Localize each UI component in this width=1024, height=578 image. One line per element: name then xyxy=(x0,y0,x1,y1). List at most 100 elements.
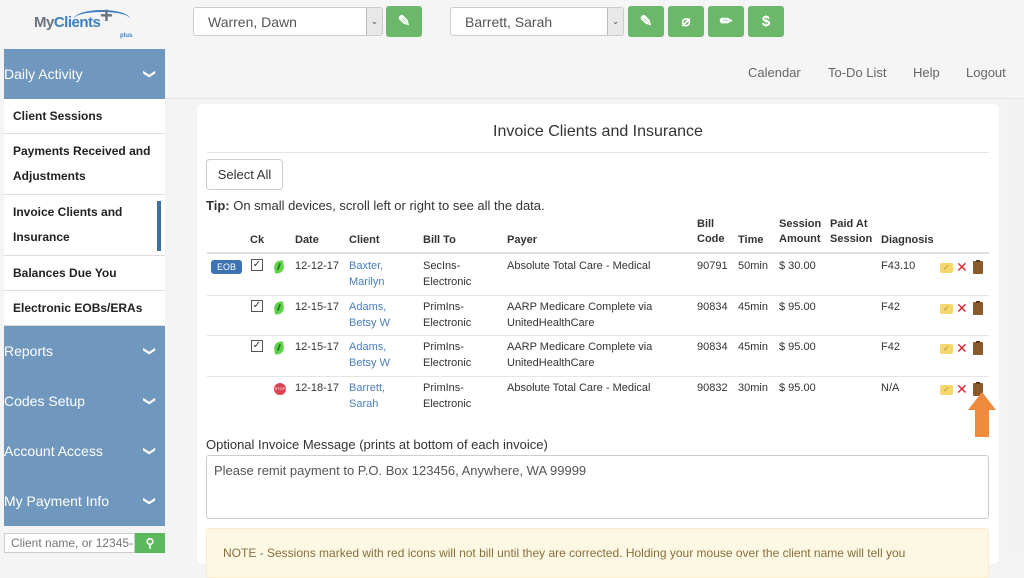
delete-icon[interactable]: ✕ xyxy=(956,301,968,315)
edit-provider-button[interactable]: ✎ xyxy=(386,6,422,37)
ready-leaf-icon xyxy=(273,301,285,315)
row-amount: $ 95.00 xyxy=(779,301,816,313)
row-client-link[interactable]: Barrett, Sarah xyxy=(349,380,385,412)
page-title: Invoice Clients and Insurance xyxy=(493,123,703,140)
bill-to-line: Electronic xyxy=(423,357,472,369)
invoice-message-label: Optional Invoice Message (prints at bott… xyxy=(206,437,548,452)
top-nav: Calendar To-Do List Help Logout xyxy=(166,49,1024,99)
logo-plus-icon: + xyxy=(100,3,113,28)
clipboard-icon[interactable] xyxy=(973,260,983,274)
header-line: Bill xyxy=(697,218,715,230)
delete-icon[interactable]: ✕ xyxy=(956,382,968,396)
provider-select-value: Warren, Dawn xyxy=(208,14,297,30)
clipboard-icon[interactable] xyxy=(973,301,983,315)
client-line: Marilyn xyxy=(349,276,385,288)
header-ck: Ck xyxy=(250,234,265,246)
row-date: 12-18-17 xyxy=(295,382,340,394)
bill-to-line: PrimIns- xyxy=(423,301,464,313)
edit-icon: ✎ xyxy=(639,13,653,30)
search-button[interactable]: ⚲ xyxy=(135,533,165,553)
header-time: Time xyxy=(738,234,764,246)
logo-text: MyClients xyxy=(34,14,101,31)
row-divider xyxy=(207,335,989,336)
sidebar-section-daily-activity[interactable]: Daily Activity ❯ xyxy=(4,49,165,99)
client-line: Adams, xyxy=(349,301,387,313)
client-search-input[interactable] xyxy=(4,533,135,553)
client-line: Baxter, xyxy=(349,260,384,272)
edit-note-icon[interactable]: ✓ xyxy=(940,304,953,314)
sidebar-item-label: Adjustments xyxy=(13,169,86,183)
invoice-panel: Invoice Clients and Insurance Select All… xyxy=(197,104,999,578)
billing-button[interactable]: $ xyxy=(748,6,784,37)
header-date: Date xyxy=(295,234,319,246)
chevron-down-icon[interactable]: ⌄ xyxy=(607,8,623,35)
row-client-link[interactable]: Baxter, Marilyn xyxy=(349,258,384,290)
row-checkbox[interactable]: ✓ xyxy=(251,300,263,312)
edit-note-icon[interactable]: ✓ xyxy=(940,385,953,395)
row-checkbox[interactable]: ✓ xyxy=(251,340,263,352)
row-bill-to: PrimIns- Electronic xyxy=(423,380,471,412)
row-checkbox[interactable]: ✓ xyxy=(251,259,263,271)
provider-select[interactable]: Warren, Dawn ⌄ xyxy=(193,7,383,36)
edit-client-button[interactable]: ✎ xyxy=(628,6,664,37)
client-line: Betsy W xyxy=(349,317,390,329)
bill-to-line: Electronic xyxy=(423,276,472,288)
payer-line: Absolute Total Care - Medical xyxy=(507,260,651,272)
client-line: Betsy W xyxy=(349,357,390,369)
sidebar-section-codes-setup[interactable]: Codes Setup ❯ xyxy=(4,376,165,426)
sidebar-item-balances-due[interactable]: Balances Due You xyxy=(4,256,165,291)
client-line: Barrett, xyxy=(349,382,386,394)
sidebar-item-payments-received[interactable]: Payments Received and Adjustments xyxy=(4,134,165,195)
logo-plus-text: plus xyxy=(120,33,133,39)
nav-calendar-link[interactable]: Calendar xyxy=(748,65,801,80)
active-indicator xyxy=(157,201,161,251)
row-date: 12-15-17 xyxy=(295,341,340,353)
edit-note-icon[interactable]: ✓ xyxy=(940,263,953,273)
sidebar-item-electronic-eobs[interactable]: Electronic EOBs/ERAs xyxy=(4,291,165,326)
delete-icon[interactable]: ✕ xyxy=(956,260,968,274)
ready-leaf-icon xyxy=(273,341,285,355)
row-client-link[interactable]: Adams, Betsy W xyxy=(349,339,390,371)
ready-leaf-icon xyxy=(273,260,285,274)
row-client-link[interactable]: Adams, Betsy W xyxy=(349,299,390,331)
notes-button[interactable]: ✏ xyxy=(708,6,744,37)
sidebar-item-client-sessions[interactable]: Client Sessions xyxy=(4,99,165,134)
row-payer: AARP Medicare Complete via UnitedHealthCa… xyxy=(507,339,652,371)
nav-todo-link[interactable]: To-Do List xyxy=(828,65,887,80)
row-bill-code: 90832 xyxy=(697,382,728,394)
row-divider xyxy=(207,295,989,296)
row-diagnosis: F42 xyxy=(881,341,900,353)
clipboard-icon[interactable] xyxy=(973,341,983,355)
row-bill-to: SecIns- Electronic xyxy=(423,258,471,290)
attachments-button[interactable]: ⌀ xyxy=(668,6,704,37)
eob-button[interactable]: EOB xyxy=(211,260,242,274)
client-select[interactable]: Barrett, Sarah ⌄ xyxy=(450,7,624,36)
invoice-message-input[interactable]: Please remit payment to P.O. Box 123456,… xyxy=(206,455,989,519)
myclients-logo[interactable]: MyClients + plus xyxy=(34,3,132,40)
nav-logout-link[interactable]: Logout xyxy=(966,65,1006,80)
client-search: ⚲ xyxy=(4,533,165,553)
edit-note-icon[interactable]: ✓ xyxy=(940,344,953,354)
chevron-down-icon: ❯ xyxy=(142,445,157,457)
row-diagnosis: F43.10 xyxy=(881,260,916,272)
stop-sign-icon: STOP xyxy=(274,383,286,395)
header-divider xyxy=(207,252,989,254)
chevron-down-icon[interactable]: ⌄ xyxy=(366,8,382,35)
row-bill-code: 90834 xyxy=(697,341,728,353)
delete-icon[interactable]: ✕ xyxy=(956,341,968,355)
section-label: Daily Activity xyxy=(4,66,83,82)
bill-to-line: Electronic xyxy=(423,317,472,329)
page-scrollbar[interactable] xyxy=(1007,99,1024,553)
row-bill-code: 90834 xyxy=(697,301,728,313)
nav-help-link[interactable]: Help xyxy=(913,65,940,80)
tip-body: On small devices, scroll left or right t… xyxy=(229,198,545,213)
client-line: Sarah xyxy=(349,398,379,410)
sidebar-section-my-payment-info[interactable]: My Payment Info ❯ xyxy=(4,476,165,526)
sidebar-item-label: Invoice Clients and xyxy=(13,205,123,219)
select-all-button[interactable]: Select All xyxy=(206,159,283,190)
sidebar-section-account-access[interactable]: Account Access ❯ xyxy=(4,426,165,476)
edit-icon: ✎ xyxy=(397,13,411,30)
sidebar-section-reports[interactable]: Reports ❯ xyxy=(4,326,165,376)
sidebar-item-invoice-clients[interactable]: Invoice Clients and Insurance xyxy=(4,195,165,256)
bill-to-line: PrimIns- xyxy=(423,341,464,353)
